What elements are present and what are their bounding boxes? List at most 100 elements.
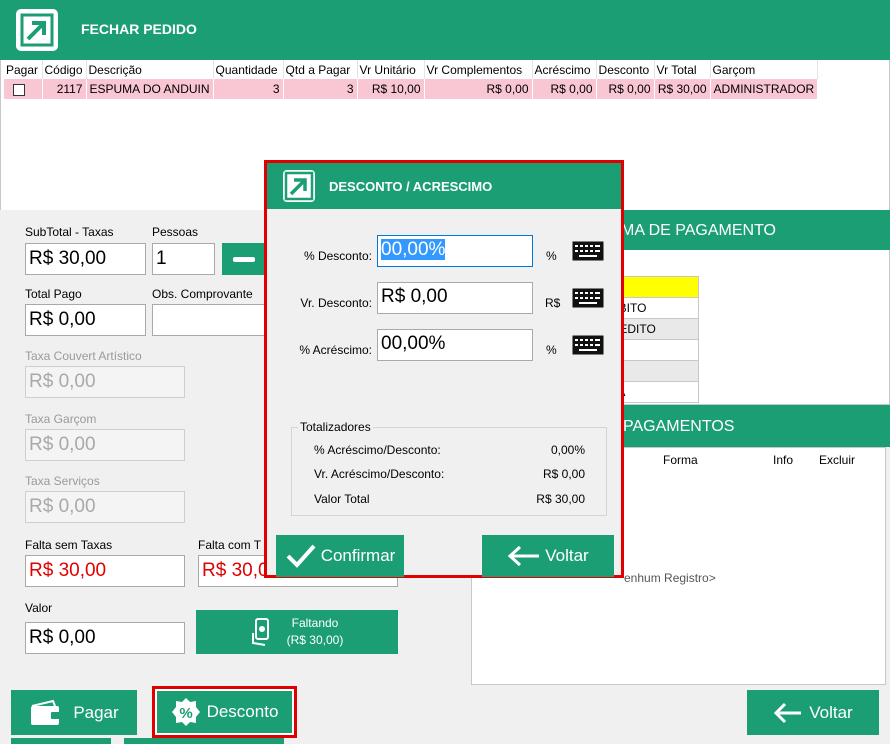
couvert-label: Taxa Couvert Artístico — [25, 349, 142, 363]
desconto-pct-unit: % — [546, 249, 557, 263]
pessoas-label: Pessoas — [152, 225, 199, 239]
tot-total-value: R$ 30,00 — [536, 492, 585, 506]
col-desconto[interactable]: Desconto — [596, 60, 655, 79]
confirmar-label: Confirmar — [320, 546, 396, 565]
tot-pct-value: 0,00% — [550, 443, 585, 457]
col-qtd-pagar[interactable]: Qtd a Pagar — [283, 60, 358, 79]
faltando-button[interactable]: Faltando (R$ 30,00) — [196, 610, 398, 654]
cell-quantidade: 3 — [213, 79, 284, 99]
col-info[interactable]: Info — [773, 453, 793, 467]
garcom-tax-label: Taxa Garçom — [25, 412, 97, 426]
acrescimo-pct-label: % Acréscimo: — [299, 343, 372, 357]
col-garcom[interactable]: Garçom — [710, 60, 819, 79]
cell-qtd-pagar[interactable]: 3 — [283, 79, 358, 99]
items-table: Pagar Código Descrição Quantidade Qtd a … — [4, 60, 819, 99]
faltando-value: (R$ 30,00) — [286, 633, 344, 647]
totalizadores-label: Totalizadores — [298, 420, 373, 434]
col-excluir[interactable]: Excluir — [819, 453, 855, 467]
falta-sem-label: Falta sem Taxas — [25, 538, 113, 552]
bottom-strip — [11, 738, 111, 744]
tot-pct-label: % Acréscimo/Desconto: — [314, 443, 441, 457]
arrow-left-icon — [774, 702, 802, 723]
cell-garcom: ADMINISTRADOR — [710, 79, 819, 99]
col-vr-total[interactable]: Vr Total — [654, 60, 711, 79]
cell-vr-complementos: R$ 0,00 — [424, 79, 533, 99]
payments-title: PAGAMENTOS — [623, 418, 735, 435]
cell-vr-total: R$ 30,00 — [654, 79, 711, 99]
desconto-button-frame: % Desconto — [152, 686, 297, 738]
pessoas-field[interactable]: 1 — [152, 243, 215, 275]
arrow-logo-icon — [20, 13, 54, 47]
couvert-field: R$ 0,00 — [25, 366, 185, 398]
vr-desconto-input[interactable]: R$ 0,00 — [377, 282, 533, 314]
col-pagar[interactable]: Pagar — [4, 60, 43, 79]
col-acrescimo[interactable]: Acréscimo — [532, 60, 597, 79]
servicos-label: Taxa Serviços — [25, 474, 100, 488]
col-codigo[interactable]: Código — [42, 60, 87, 79]
pagar-checkbox[interactable] — [13, 83, 25, 96]
pagar-button[interactable]: Pagar — [11, 690, 137, 735]
total-pago-field[interactable]: R$ 0,00 — [25, 304, 146, 336]
table-row[interactable]: 2117 ESPUMA DO ANDUIN 3 3 R$ 10,00 R$ 0,… — [4, 79, 819, 99]
empty-list-text: enhum Registro> — [624, 571, 716, 585]
dialog-header: DESCONTO / ACRESCIMO — [267, 163, 621, 209]
arrow-logo-icon — [284, 171, 314, 201]
subtotal-field[interactable]: R$ 30,00 — [25, 243, 146, 275]
obs-field[interactable] — [152, 304, 266, 336]
acrescimo-pct-unit: % — [546, 343, 557, 357]
col-vr-unitario[interactable]: Vr Unitário — [357, 60, 425, 79]
valor-label: Valor — [25, 601, 53, 615]
dialog-voltar-label: Voltar — [545, 546, 589, 565]
dialog-logo — [283, 170, 315, 202]
cell-acrescimo: R$ 0,00 — [532, 79, 597, 99]
falta-com-label: Falta com T — [198, 538, 262, 552]
desconto-pct-label: % Desconto: — [303, 249, 372, 263]
desconto-pct-value: 00,00% — [381, 239, 446, 260]
arrow-left-icon — [508, 545, 540, 567]
percent-badge-icon: % — [171, 698, 200, 726]
garcom-tax-field: R$ 0,00 — [25, 429, 185, 461]
faltando-label: Faltando — [291, 616, 339, 630]
keyboard-icon[interactable] — [572, 241, 604, 261]
cell-desconto: R$ 0,00 — [596, 79, 655, 99]
col-forma[interactable]: Forma — [663, 453, 698, 467]
desconto-acrescimo-dialog: DESCONTO / ACRESCIMO % Desconto: 00,00% … — [264, 160, 624, 578]
desconto-pct-input[interactable]: 00,00% — [377, 235, 533, 267]
voltar-button-label: Voltar — [809, 702, 853, 722]
servicos-field: R$ 0,00 — [25, 491, 185, 523]
dialog-title: DESCONTO / ACRESCIMO — [329, 179, 493, 194]
voltar-button[interactable]: Voltar — [747, 690, 879, 735]
dialog-voltar-button[interactable]: Voltar — [482, 535, 614, 577]
tot-total-label: Valor Total — [314, 492, 370, 506]
app-logo — [16, 9, 58, 51]
valor-field[interactable]: R$ 0,00 — [25, 622, 185, 654]
obs-label: Obs. Comprovante — [152, 287, 253, 301]
subtotal-label: SubTotal - Taxas — [25, 225, 114, 239]
vr-desconto-unit: R$ — [545, 296, 561, 310]
col-vr-complementos[interactable]: Vr Complementos — [424, 60, 533, 79]
acrescimo-pct-input[interactable]: 00,00% — [377, 329, 533, 361]
tot-vr-label: Vr. Acréscimo/Desconto: — [314, 467, 445, 481]
table-header-row: Pagar Código Descrição Quantidade Qtd a … — [4, 60, 819, 79]
pagar-button-label: Pagar — [73, 702, 119, 722]
minus-pessoas-button[interactable] — [222, 243, 266, 275]
falta-sem-field: R$ 30,00 — [25, 555, 185, 587]
desconto-button[interactable]: % Desconto — [157, 691, 292, 733]
keyboard-icon[interactable] — [572, 335, 604, 355]
cell-vr-unitario: R$ 10,00 — [357, 79, 425, 99]
payment-methods-title: MA DE PAGAMENTO — [621, 222, 776, 239]
keyboard-icon[interactable] — [572, 288, 604, 308]
desconto-button-label: Desconto — [206, 702, 279, 721]
vr-desconto-label: Vr. Desconto: — [300, 296, 372, 310]
bottom-strip — [124, 738, 284, 744]
pagar-checkbox-cell[interactable] — [4, 79, 43, 99]
svg-text:%: % — [179, 705, 192, 722]
hand-money-icon — [251, 618, 269, 646]
confirmar-button[interactable]: Confirmar — [276, 535, 404, 577]
checkmark-icon — [286, 544, 316, 568]
col-descricao[interactable]: Descrição — [86, 60, 214, 79]
page-title: FECHAR PEDIDO — [81, 21, 197, 37]
col-quantidade[interactable]: Quantidade — [213, 60, 284, 79]
cell-codigo: 2117 — [42, 79, 87, 99]
minus-icon — [233, 256, 255, 262]
